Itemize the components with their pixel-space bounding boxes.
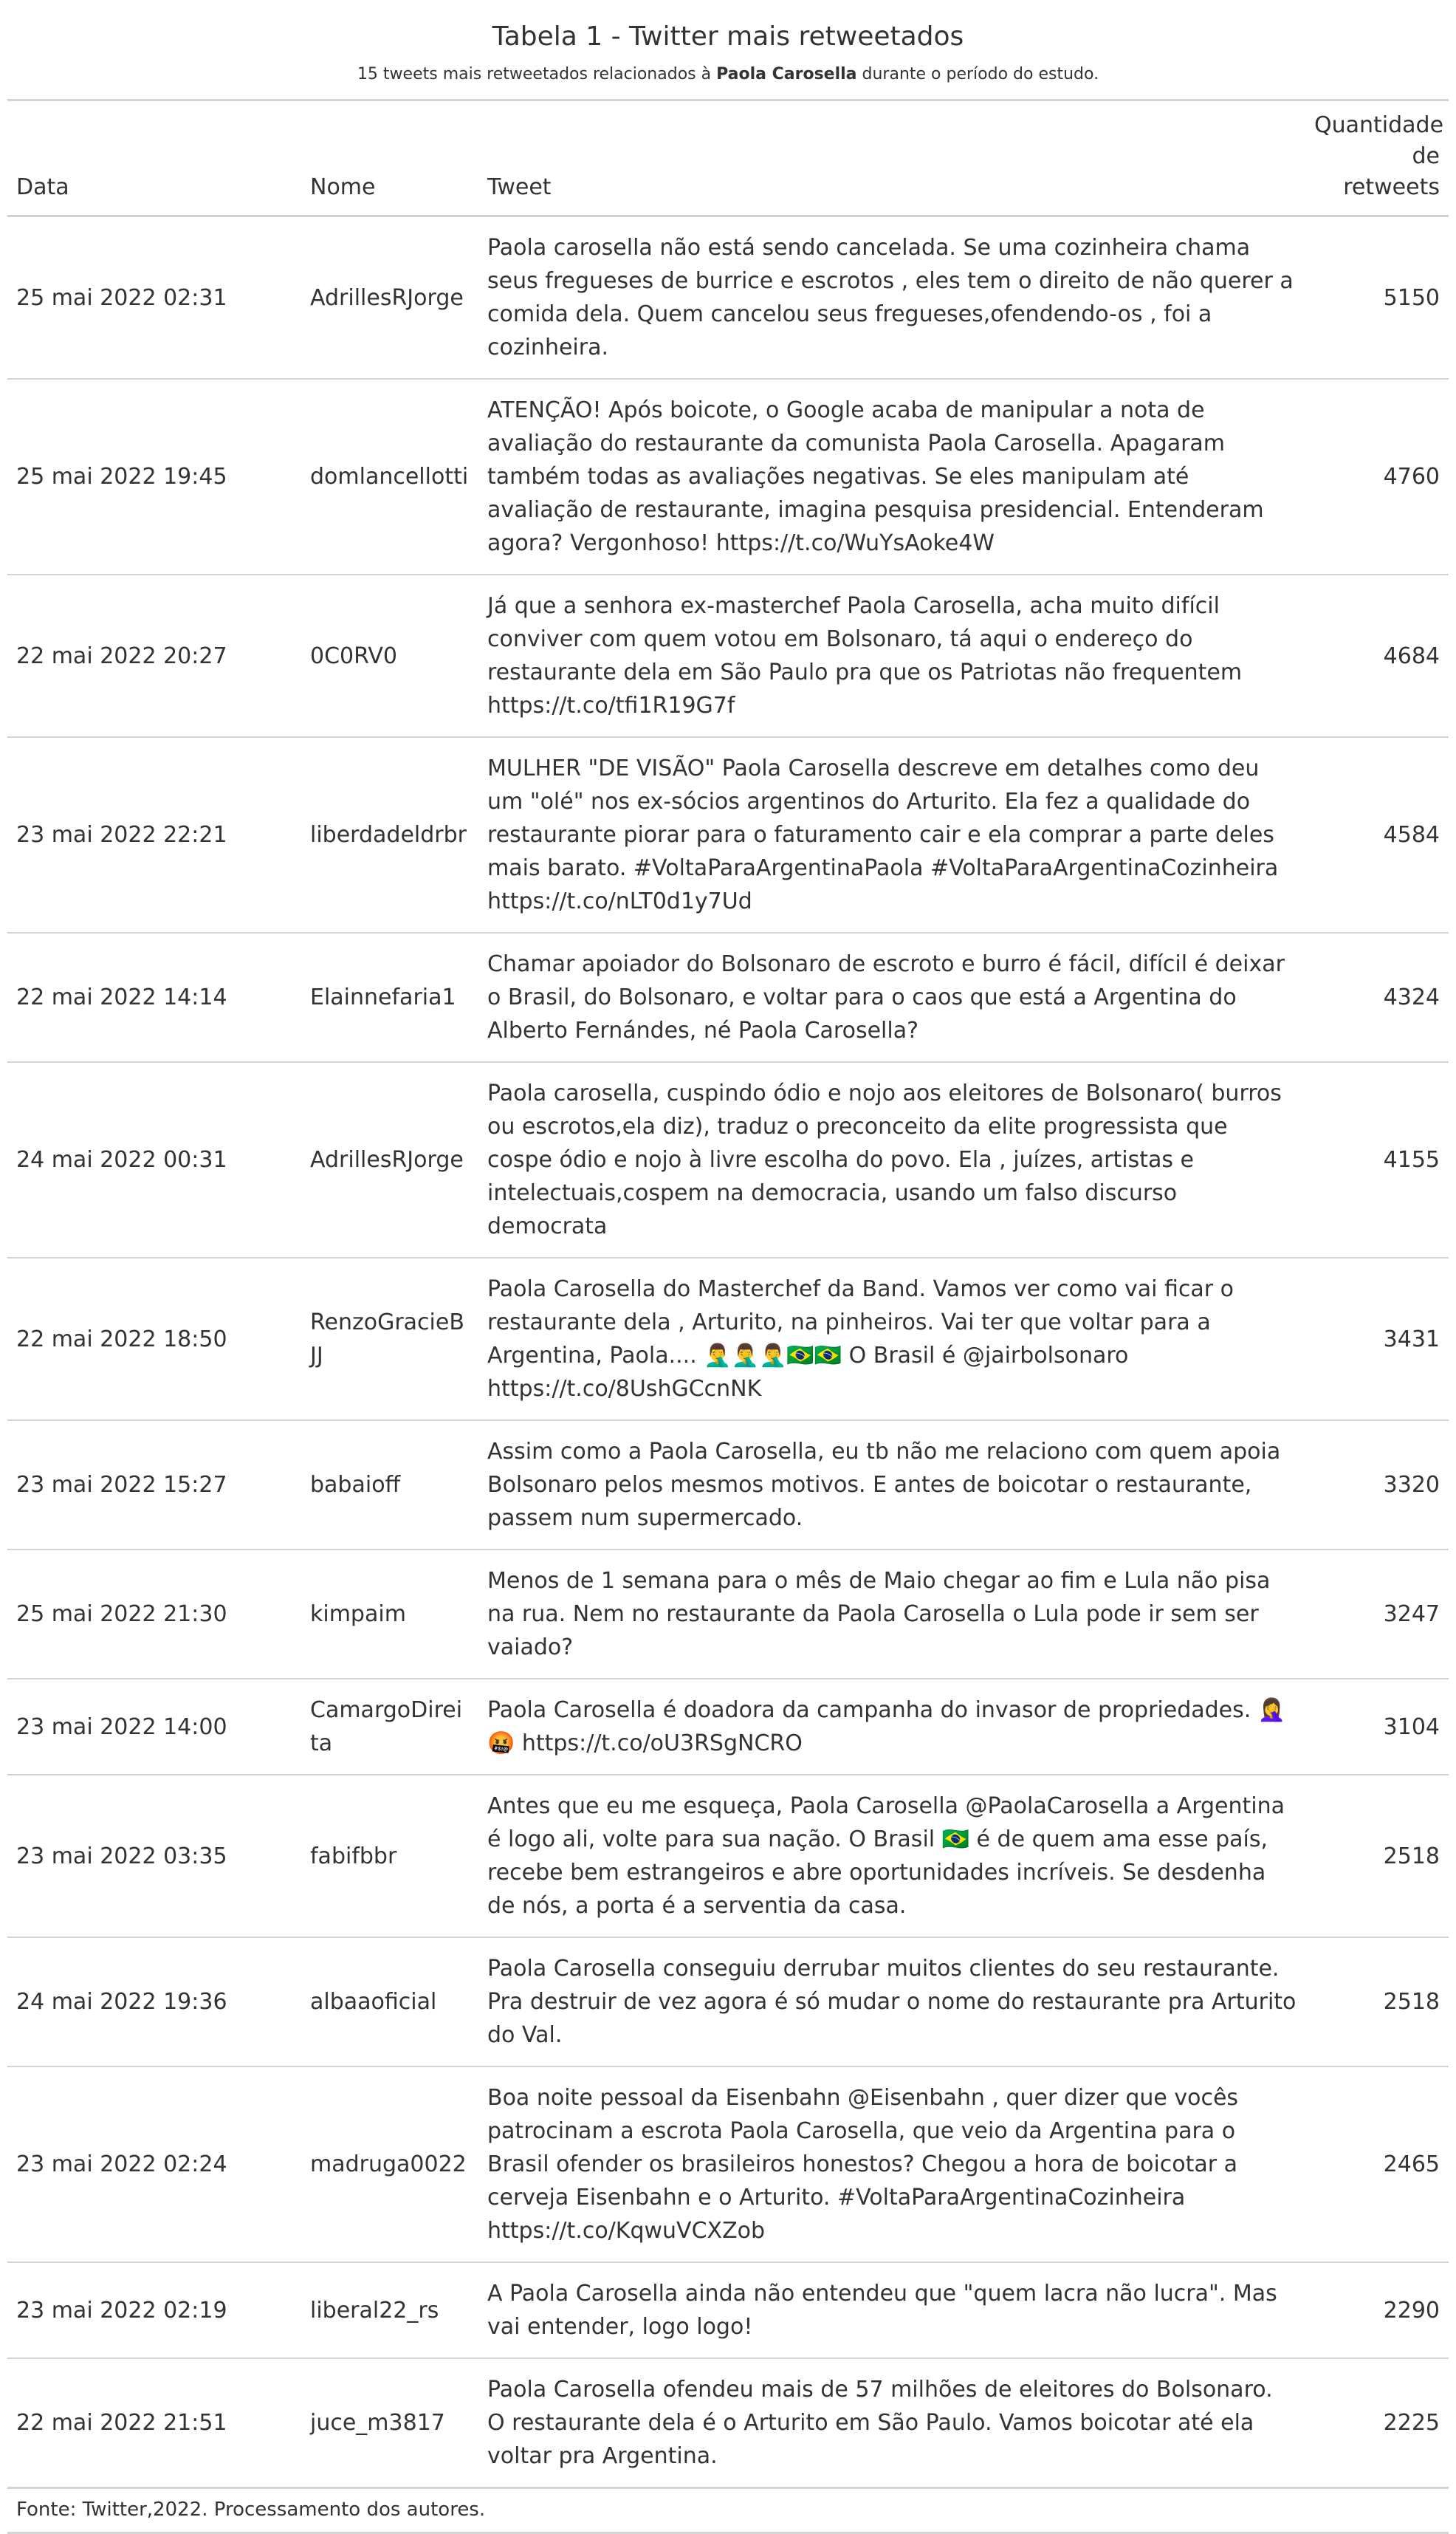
- cell-retweet-count: 4584: [1305, 737, 1449, 934]
- cell-tweet: Paola Carosella é doadora da campanha do…: [478, 1679, 1305, 1775]
- cell-retweet-count: 4155: [1305, 1062, 1449, 1259]
- cell-name: AdrillesRJorge: [301, 1062, 478, 1259]
- cell-name: kimpaim: [301, 1549, 478, 1679]
- column-header-name: Nome: [301, 100, 478, 217]
- cell-name: albaaoficial: [301, 1937, 478, 2067]
- table-row: 25 mai 2022 21:30 kimpaim Menos de 1 seman…: [7, 1549, 1449, 1679]
- table-body: 25 mai 2022 02:31 AdrillesRJorge Paola car…: [7, 216, 1449, 2489]
- cell-name: juce_m3817: [301, 2358, 478, 2489]
- cell-date: 23 mai 2022 14:00: [7, 1679, 301, 1775]
- cell-retweet-count: 5150: [1305, 216, 1449, 380]
- table-row: 23 mai 2022 02:19 liberal22_rs A Paola Car…: [7, 2262, 1449, 2359]
- cell-date: 25 mai 2022 21:30: [7, 1549, 301, 1679]
- table-row: 23 mai 2022 22:21 liberdadeldrbr MULHER "D…: [7, 737, 1449, 934]
- cell-name: 0C0RV0: [301, 575, 478, 738]
- cell-tweet: Antes que eu me esqueça, Paola Carosella…: [478, 1775, 1305, 1938]
- cell-name: liberdadeldrbr: [301, 737, 478, 934]
- cell-tweet: Paola Carosella do Masterchef da Band. V…: [478, 1258, 1305, 1421]
- column-header-date: Data: [7, 100, 301, 217]
- table-header-row: Data Nome Tweet Quantidade de retweets: [7, 100, 1449, 217]
- table-row: 22 mai 2022 20:27 0C0RV0 Já que a senhora …: [7, 575, 1449, 738]
- column-header-count: Quantidade de retweets: [1305, 100, 1449, 217]
- cell-retweet-count: 4760: [1305, 379, 1449, 575]
- cell-date: 23 mai 2022 15:27: [7, 1420, 301, 1550]
- cell-retweet-count: 3431: [1305, 1258, 1449, 1421]
- table-row: 23 mai 2022 02:24 madruga0022 Boa noite pe…: [7, 2066, 1449, 2263]
- cell-date: 23 mai 2022 02:24: [7, 2066, 301, 2263]
- column-header-tweet: Tweet: [478, 100, 1305, 217]
- cell-name: AdrillesRJorge: [301, 216, 478, 380]
- cell-retweet-count: 2465: [1305, 2066, 1449, 2263]
- cell-tweet: Paola carosella não está sendo cancelada…: [478, 216, 1305, 380]
- cell-retweet-count: 4684: [1305, 575, 1449, 738]
- cell-name: fabifbbr: [301, 1775, 478, 1938]
- cell-tweet: ATENÇÃO! Após boicote, o Google acaba de…: [478, 379, 1305, 575]
- cell-name: babaioff: [301, 1420, 478, 1550]
- cell-tweet: Chamar apoiador do Bolsonaro de escroto …: [478, 933, 1305, 1063]
- table-title: Tabela 1 - Twitter mais retweetados: [492, 21, 964, 52]
- cell-name: domlancellotti: [301, 379, 478, 575]
- table-row: 23 mai 2022 14:00 CamargoDireita Paola Car…: [7, 1679, 1449, 1775]
- cell-tweet: Assim como a Paola Carosella, eu tb não …: [478, 1420, 1305, 1550]
- table-row: 22 mai 2022 14:14 Elainnefaria1 Chamar apo…: [7, 933, 1449, 1063]
- cell-date: 22 mai 2022 18:50: [7, 1258, 301, 1421]
- cell-date: 25 mai 2022 02:31: [7, 216, 301, 380]
- cell-date: 24 mai 2022 00:31: [7, 1062, 301, 1259]
- cell-date: 22 mai 2022 14:14: [7, 933, 301, 1063]
- cell-retweet-count: 2518: [1305, 1937, 1449, 2067]
- table-row: 23 mai 2022 03:35 fabifbbr Antes que eu me…: [7, 1775, 1449, 1938]
- cell-tweet: Boa noite pessoal da Eisenbahn @Eisenbah…: [478, 2066, 1305, 2263]
- cell-name: madruga0022: [301, 2066, 478, 2263]
- retweets-table: Data Nome Tweet Quantidade de retweets 2…: [7, 99, 1449, 2489]
- cell-name: CamargoDireita: [301, 1679, 478, 1775]
- document-page: Tabela 1 - Twitter mais retweetados 15 t…: [0, 0, 1456, 2534]
- table-footer-source: Fonte: Twitter,2022. Processamento dos a…: [7, 2489, 1449, 2534]
- subtitle-prefix: 15 tweets mais retweetados relacionados …: [357, 65, 717, 83]
- table-row: 23 mai 2022 15:27 babaioff Assim como a Pa…: [7, 1420, 1449, 1550]
- cell-tweet: Paola carosella, cuspindo ódio e nojo ao…: [478, 1062, 1305, 1259]
- subtitle-bold: Paola Carosella: [716, 65, 857, 83]
- cell-name: Elainnefaria1: [301, 933, 478, 1063]
- cell-retweet-count: 2518: [1305, 1775, 1449, 1938]
- cell-date: 22 mai 2022 21:51: [7, 2358, 301, 2489]
- table-row: 24 mai 2022 19:36 albaaoficial Paola Caros…: [7, 1937, 1449, 2067]
- cell-retweet-count: 3320: [1305, 1420, 1449, 1550]
- cell-retweet-count: 3247: [1305, 1549, 1449, 1679]
- cell-tweet: Menos de 1 semana para o mês de Maio che…: [478, 1549, 1305, 1679]
- cell-tweet: Paola Carosella ofendeu mais de 57 milhõ…: [478, 2358, 1305, 2489]
- cell-retweet-count: 2290: [1305, 2262, 1449, 2359]
- table-row: 25 mai 2022 19:45 domlancellotti ATENÇÃO! …: [7, 379, 1449, 575]
- cell-retweet-count: 2225: [1305, 2358, 1449, 2489]
- table-row: 25 mai 2022 02:31 AdrillesRJorge Paola car…: [7, 216, 1449, 380]
- cell-name: liberal22_rs: [301, 2262, 478, 2359]
- cell-date: 23 mai 2022 02:19: [7, 2262, 301, 2359]
- cell-retweet-count: 3104: [1305, 1679, 1449, 1775]
- table-row: 22 mai 2022 18:50 RenzoGracieBJJ Paola Car…: [7, 1258, 1449, 1421]
- cell-tweet: A Paola Carosella ainda não entendeu que…: [478, 2262, 1305, 2359]
- cell-retweet-count: 4324: [1305, 933, 1449, 1063]
- cell-date: 23 mai 2022 22:21: [7, 737, 301, 934]
- cell-date: 25 mai 2022 19:45: [7, 379, 301, 575]
- cell-date: 22 mai 2022 20:27: [7, 575, 301, 738]
- cell-tweet: Paola Carosella conseguiu derrubar muito…: [478, 1937, 1305, 2067]
- subtitle-suffix: durante o período do estudo.: [856, 65, 1099, 83]
- table-subtitle: 15 tweets mais retweetados relacionados …: [7, 53, 1449, 86]
- cell-date: 24 mai 2022 19:36: [7, 1937, 301, 2067]
- cell-date: 23 mai 2022 03:35: [7, 1775, 301, 1938]
- table-row: 22 mai 2022 21:51 juce_m3817 Paola Carosel…: [7, 2358, 1449, 2489]
- table-row: 24 mai 2022 00:31 AdrillesRJorge Paola car…: [7, 1062, 1449, 1259]
- cell-tweet: MULHER "DE VISÃO" Paola Carosella descre…: [478, 737, 1305, 934]
- cell-name: RenzoGracieBJJ: [301, 1258, 478, 1421]
- cell-tweet: Já que a senhora ex-masterchef Paola Car…: [478, 575, 1305, 738]
